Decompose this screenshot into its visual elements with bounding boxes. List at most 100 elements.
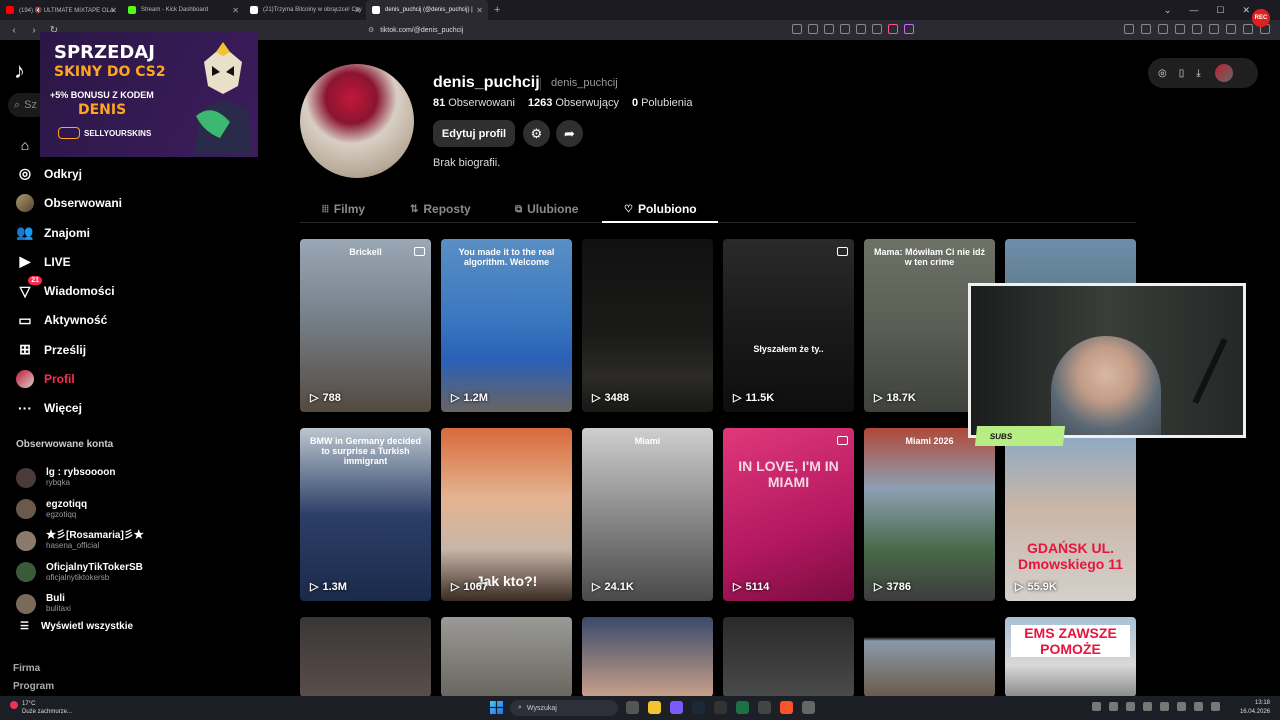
coins-icon[interactable]: ◎ — [1158, 68, 1167, 79]
back-icon[interactable]: ‹ — [8, 25, 20, 36]
file-explorer-icon[interactable] — [648, 701, 661, 714]
taskbar-search[interactable]: ⌕ Wyszukaj — [510, 700, 618, 716]
clock[interactable]: 13:18 16.04.2026 — [1240, 699, 1270, 717]
video-card[interactable]: Miami 2026 ▷ 3786 — [864, 428, 995, 601]
close-tab-icon[interactable]: ✕ — [476, 6, 483, 15]
video-card[interactable]: IN LOVE, I'M IN MIAMI ▷ 5114 — [723, 428, 854, 601]
tray-app-icon[interactable] — [1126, 702, 1135, 711]
excel-icon[interactable] — [736, 701, 749, 714]
close-tab-icon[interactable]: ✕ — [110, 6, 117, 15]
video-card[interactable]: Słyszałem że ty.. ▷ 11.5K — [723, 239, 854, 412]
wifi-icon[interactable] — [1177, 702, 1186, 711]
tiktok-logo-icon[interactable]: ♪ — [14, 58, 25, 84]
sidebar-item[interactable]: Profil — [16, 364, 176, 393]
shield-icon[interactable] — [888, 24, 898, 34]
video-card[interactable] — [441, 617, 572, 697]
task-view-icon[interactable] — [626, 701, 639, 714]
sidebar-item[interactable]: ▭ Aktywność — [16, 306, 176, 335]
battery-icon[interactable] — [1211, 702, 1220, 711]
browser-tab[interactable]: denis_puchcij (@denis_puchcij) | ✕ — [366, 0, 488, 20]
settings-app-icon[interactable] — [802, 701, 815, 714]
forward-icon[interactable]: › — [28, 25, 40, 36]
reader-icon[interactable] — [808, 24, 818, 34]
mic-icon[interactable] — [1143, 702, 1152, 711]
zoom-icon[interactable] — [840, 24, 850, 34]
following-account[interactable]: Buli bulitaxi — [16, 588, 144, 620]
brave-icon[interactable] — [780, 701, 793, 714]
close-window-icon[interactable]: ✕ — [1242, 5, 1250, 16]
cast-icon[interactable] — [824, 24, 834, 34]
tabs-icon[interactable] — [1192, 24, 1202, 34]
app-icon[interactable] — [758, 701, 771, 714]
share-profile-button[interactable]: ➦ — [556, 120, 583, 147]
volume-icon[interactable] — [1194, 702, 1203, 711]
video-card[interactable]: GDAŃSK UL. Dmowskiego 11 ▷ 55.9K — [1005, 428, 1136, 601]
wallet-icon[interactable] — [1209, 24, 1219, 34]
weather-widget[interactable]: 17°C Duże zachmurze... — [10, 700, 72, 716]
close-tab-icon[interactable]: ✕ — [232, 6, 239, 15]
new-tab-button[interactable]: + — [494, 4, 500, 16]
user-avatar[interactable] — [1214, 64, 1233, 82]
video-card[interactable] — [300, 617, 431, 697]
site-info-icon[interactable]: ⚙ — [368, 26, 374, 34]
sidebar-item[interactable]: ◎ Odkryj — [16, 159, 176, 188]
maximize-icon[interactable]: ☐ — [1216, 5, 1224, 16]
tab-filmy[interactable]: ⦙⦙⦙ Filmy — [322, 195, 365, 223]
sidebar-item[interactable]: Obserwowani — [16, 189, 176, 218]
tab-list-icon[interactable]: ⌄ — [1164, 5, 1172, 16]
windows-start-icon[interactable] — [490, 701, 503, 714]
extension-icon[interactable] — [1124, 24, 1134, 34]
browser-tab[interactable]: Stream - Kick Dashboard ✕ — [122, 0, 244, 20]
app-icon[interactable] — [714, 701, 727, 714]
tab-polubiono[interactable]: ♡ Polubiono — [624, 195, 697, 223]
tray-app-icon[interactable] — [1160, 702, 1169, 711]
video-card[interactable] — [582, 617, 713, 697]
followers-stat[interactable]: 1263 Obserwujący — [528, 97, 619, 109]
sidebar-item[interactable]: ⊞ Prześlij — [16, 335, 176, 364]
minimize-icon[interactable]: — — [1189, 5, 1198, 15]
video-card[interactable]: Miami ▷ 24.1K — [582, 428, 713, 601]
video-card[interactable]: Brickell ▷ 788 — [300, 239, 431, 412]
following-account[interactable]: ★彡[Rosamaria]彡★ hasena_official — [16, 525, 144, 557]
footer-link-program[interactable]: Program — [13, 681, 54, 692]
sidebar-item[interactable]: 👥 Znajomi — [16, 218, 176, 247]
following-account[interactable]: OficjalnyTikTokerSB oficjalnytiktokersb — [16, 557, 144, 589]
device-icon[interactable]: ▯ — [1179, 68, 1185, 79]
video-card[interactable] — [864, 617, 995, 697]
sidebar-icon[interactable] — [1175, 24, 1185, 34]
tray-app-icon[interactable] — [1109, 702, 1118, 711]
close-tab-icon[interactable]: ✕ — [354, 6, 361, 15]
show-all-button[interactable]: ☰ Wyświetl wszystkie — [20, 621, 133, 632]
video-card[interactable] — [723, 617, 854, 697]
browser-tab[interactable]: (194) 🔇 ULTIMATE MIXTAPE OLA ✕ — [0, 0, 122, 20]
edit-profile-button[interactable]: Edytuj profil — [433, 120, 515, 147]
screenshot-icon[interactable] — [1141, 24, 1151, 34]
tray-chevron-icon[interactable] — [1092, 702, 1101, 711]
discord-icon[interactable] — [670, 701, 683, 714]
profile-avatar[interactable] — [300, 64, 414, 178]
tab-reposty[interactable]: ⇅ Reposty — [410, 195, 471, 223]
sidebar-item[interactable]: ▶ LIVE — [16, 247, 176, 276]
sidebar-item[interactable]: ▽ 21 Wiadomości — [16, 276, 176, 305]
download-app-icon[interactable]: ⤓ — [1196, 68, 1200, 79]
footer-link-company[interactable]: Firma — [13, 663, 40, 674]
video-card[interactable]: ▷ 3488 — [582, 239, 713, 412]
steam-icon[interactable] — [692, 701, 705, 714]
menu-icon[interactable] — [1243, 24, 1253, 34]
following-stat[interactable]: 81 Obserwowani — [433, 97, 515, 109]
video-card[interactable]: EMS ZAWSZE POMOŻE — [1005, 617, 1136, 697]
bookmark-icon[interactable] — [872, 24, 882, 34]
download-icon[interactable] — [1158, 24, 1168, 34]
settings-button[interactable]: ⚙ — [523, 120, 550, 147]
video-card[interactable]: You made it to the real algorithm. Welco… — [441, 239, 572, 412]
following-account[interactable]: lg : rybsoooon rybqka — [16, 462, 144, 494]
vpn-icon[interactable] — [1226, 24, 1236, 34]
share-icon[interactable] — [856, 24, 866, 34]
video-card[interactable]: Jak kto?! ▷ 1067 — [441, 428, 572, 601]
following-account[interactable]: egzotiqq egzotiqq — [16, 494, 144, 526]
translate-icon[interactable] — [792, 24, 802, 34]
sidebar-item[interactable]: ··· Więcej — [16, 394, 176, 423]
tab-ulubione[interactable]: ⧉ Ulubione — [515, 195, 578, 223]
browser-tab[interactable]: (21)Trzyma Bitcoiny w obrączce! Czy ✕ — [244, 0, 366, 20]
rewards-icon[interactable] — [904, 24, 914, 34]
